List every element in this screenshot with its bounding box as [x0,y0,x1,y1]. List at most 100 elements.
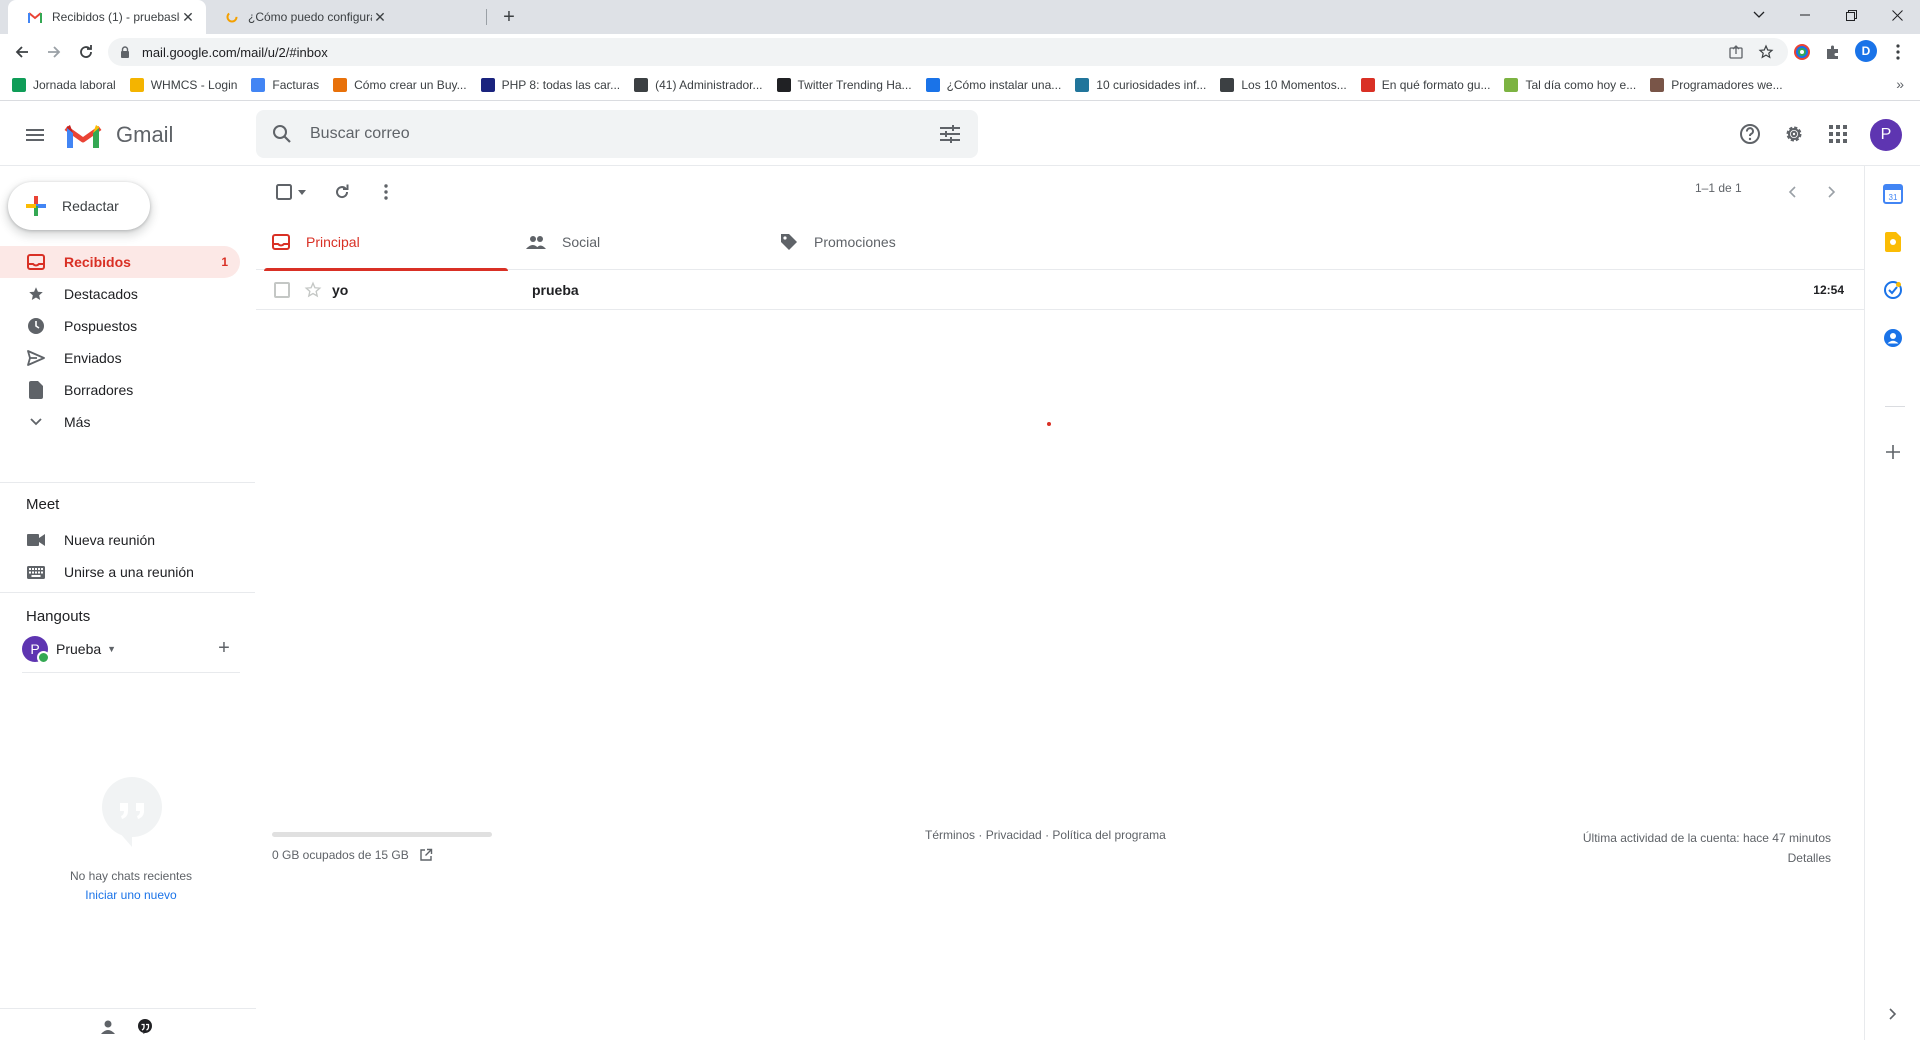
apps-grid-icon[interactable] [1824,120,1852,148]
more-options-icon[interactable] [374,180,398,204]
keep-icon[interactable] [1883,232,1903,252]
join-meeting-item[interactable]: Unirse a una reunión [0,556,240,588]
sidebar-item-más[interactable]: Más [0,406,240,438]
newer-chevron-left-icon[interactable] [1780,180,1804,204]
details-link[interactable]: Detalles [1583,848,1831,868]
restore-button[interactable] [1828,0,1874,30]
hangouts-chat-icon[interactable] [133,1015,157,1039]
browser-menu-icon[interactable] [1888,42,1908,62]
email-row[interactable]: yo prueba 12:54 [256,270,1864,310]
older-chevron-right-icon[interactable] [1820,180,1844,204]
close-tab-icon[interactable]: ✕ [180,9,196,25]
hangouts-user-name: Prueba [56,641,102,657]
sidebar-item-borradores[interactable]: Borradores [0,374,240,406]
main-menu-button[interactable] [20,120,50,150]
settings-gear-icon[interactable] [1780,120,1808,148]
bookmark-label: 10 curiosidades inf... [1096,78,1207,92]
no-recent-chats-text: No hay chats recientes [69,869,193,883]
extensions-puzzle-icon[interactable] [1823,42,1843,62]
bookmark-item[interactable]: Programadores we... [1650,78,1783,92]
select-dropdown-caret-icon[interactable] [290,180,314,204]
new-conversation-plus-icon[interactable]: + [214,637,234,659]
sidebar-item-label: Más [64,414,91,430]
email-time: 12:54 [1813,282,1844,297]
hangouts-user[interactable]: P Prueba ▼ [22,636,116,664]
calendar-icon[interactable]: 31 [1883,184,1903,204]
tab-label: Promociones [814,234,896,250]
privacy-link[interactable]: Privacidad [986,828,1042,842]
program-policy-link[interactable]: Política del programa [1052,828,1165,842]
tab-promociones[interactable]: Promociones [764,214,1016,270]
new-meeting-item[interactable]: Nueva reunión [0,524,240,556]
bookmark-item[interactable]: Twitter Trending Ha... [776,78,912,92]
bookmarks-overflow-icon[interactable]: » [1896,76,1904,92]
sidebar-item-label: Recibidos [64,254,131,270]
bookmark-item[interactable]: Cómo crear un Buy... [333,78,467,92]
browser-tab-other[interactable]: ¿Cómo puedo configurar una cue ✕ [206,0,398,34]
tab-social[interactable]: Social [510,214,762,270]
clock-icon [26,317,46,335]
bookmark-item[interactable]: Los 10 Momentos... [1220,78,1347,92]
sidebar-item-pospuestos[interactable]: Pospuestos [0,310,240,342]
storage-text: 0 GB ocupados de 15 GB [272,848,409,862]
search-options-icon[interactable] [940,125,960,143]
bookmark-favicon-icon [1360,78,1375,92]
compose-button[interactable]: Redactar [8,182,150,230]
meet-item-label: Unirse a una reunión [64,564,194,580]
sidebar-item-destacados[interactable]: Destacados [0,278,240,310]
bookmark-item[interactable]: WHMCS - Login [129,78,237,92]
loading-dot [1047,422,1051,426]
sidebar-item-enviados[interactable]: Enviados [0,342,240,374]
new-tab-button[interactable]: + [498,6,520,28]
close-tab-icon[interactable]: ✕ [372,9,388,25]
expand-panel-chevron-icon[interactable] [1883,1004,1903,1024]
search-input[interactable] [310,125,940,143]
footer-links: Términos · Privacidad · Política del pro… [925,828,1166,842]
external-link-icon[interactable] [419,848,433,862]
lock-icon [121,46,129,58]
bookmark-label: En qué formato gu... [1381,78,1491,92]
star-icon[interactable] [304,281,322,299]
contacts-person-icon[interactable] [96,1015,120,1039]
email-checkbox[interactable] [274,281,290,298]
search-icon[interactable] [272,124,292,144]
bookmark-favicon-icon [251,78,266,92]
close-window-button[interactable] [1874,0,1920,30]
draft-icon [26,381,46,399]
bookmark-item[interactable]: PHP 8: todas las car... [480,78,620,92]
browser-profile-avatar[interactable]: D [1855,40,1877,62]
forward-button[interactable] [40,38,68,66]
bookmark-item[interactable]: Facturas [251,78,319,92]
refresh-icon[interactable] [330,180,354,204]
bookmark-item[interactable]: Tal día como hoy e... [1504,78,1636,92]
browser-tab-gmail[interactable]: Recibidos (1) - pruebasloading@ ✕ [8,0,206,34]
reload-button[interactable] [72,38,100,66]
terms-link[interactable]: Términos [925,828,975,842]
bookmark-item[interactable]: En qué formato gu... [1360,78,1491,92]
tab-principal[interactable]: Principal [256,214,508,271]
tasks-icon[interactable] [1883,280,1903,300]
bookmark-label: Facturas [272,78,320,92]
contacts-icon[interactable] [1883,328,1903,348]
start-new-chat-link[interactable]: Iniciar uno nuevo [0,888,262,902]
back-button[interactable] [8,38,36,66]
sidebar-item-recibidos[interactable]: Recibidos 1 [0,246,240,278]
search-bar[interactable] [256,110,978,158]
color-extension-icon[interactable] [1792,42,1812,62]
gmail-logo-icon[interactable] [64,122,102,150]
tab-label: Social [562,234,601,250]
bookmark-item[interactable]: 10 curiosidades inf... [1075,78,1206,92]
share-icon[interactable] [1728,44,1744,60]
add-addon-plus-icon[interactable] [1883,442,1903,462]
sidebar-item-label: Destacados [64,286,138,302]
bookmark-label: Tal día como hoy e... [1525,78,1637,92]
minimize-button[interactable] [1782,0,1828,30]
tab-search-icon[interactable] [1736,0,1782,30]
help-icon[interactable] [1736,120,1764,148]
address-bar[interactable]: mail.google.com/mail/u/2/#inbox [108,38,1788,66]
account-avatar[interactable]: P [1870,119,1902,151]
bookmark-star-icon[interactable] [1758,44,1774,60]
bookmark-item[interactable]: Jornada laboral [12,78,116,92]
bookmark-item[interactable]: (41) Administrador... [634,78,763,92]
bookmark-item[interactable]: ¿Cómo instalar una... [925,78,1061,92]
